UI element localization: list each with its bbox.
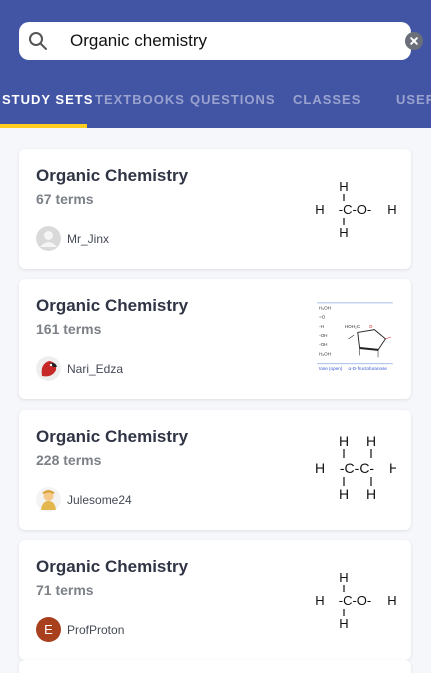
svg-text:α-D-fructofuranose: α-D-fructofuranose [349, 366, 388, 371]
parrot-avatar [36, 356, 61, 381]
fructofuranose-diagram-thumbnail: H₂OH =O -H -OH -OH H₂OH HOH₂C O tose (op… [317, 302, 393, 371]
svg-text:H₂OH: H₂OH [319, 351, 331, 356]
close-circle-icon[interactable] [405, 32, 423, 50]
search-bar[interactable]: Organic chemistry [19, 22, 423, 60]
svg-text:tose (open): tose (open) [319, 366, 343, 371]
active-tab-indicator [0, 124, 87, 128]
atom-label: H [366, 433, 376, 449]
svg-text:=O: =O [319, 315, 326, 320]
creator-username[interactable]: Julesome24 [67, 493, 132, 507]
term-count: 71 terms [36, 582, 94, 598]
tab-textbooks[interactable]: TEXTBOOKS [95, 92, 185, 107]
study-set-title[interactable]: Organic Chemistry [36, 557, 188, 577]
svg-text:-OH: -OH [319, 333, 327, 338]
svg-text:H₂OH: H₂OH [319, 305, 331, 310]
tab-bar: STUDY SETS TEXTBOOKS QUESTIONS CLASSES U… [0, 88, 431, 128]
bond-label: -C-O- [339, 202, 372, 217]
search-icon [29, 32, 47, 50]
study-set-card[interactable]: Organic Chemistry 71 terms E ProfProton … [19, 540, 411, 660]
atom-label: H [339, 616, 348, 631]
atom-label: H [315, 460, 325, 476]
methanol-structure-thumbnail: H H -C-O- H H [315, 570, 396, 631]
atom-label: H [339, 486, 349, 502]
methanol-structure-thumbnail: H H -C-O- H H [315, 179, 396, 240]
letter-avatar: E [36, 617, 61, 642]
atom-label: H [389, 460, 396, 476]
tab-questions[interactable]: QUESTIONS [190, 92, 276, 107]
atom-label: H [339, 433, 349, 449]
tab-classes[interactable]: CLASSES [293, 92, 361, 107]
svg-text:-OH: -OH [319, 342, 327, 347]
term-count: 161 terms [36, 321, 102, 337]
study-set-card[interactable]: Organic Chemistry 67 terms Mr_Jinx H H -… [19, 149, 411, 269]
tab-study-sets[interactable]: STUDY SETS [2, 92, 93, 107]
study-set-card[interactable]: Organic Chemistry 228 terms Julesome24 H… [19, 410, 411, 530]
creator-username[interactable]: Nari_Edza [67, 362, 123, 376]
atom-label: H [315, 593, 324, 608]
atom-label: H [387, 593, 396, 608]
search-input[interactable]: Organic chemistry [70, 31, 207, 51]
atom-label: H [339, 225, 348, 240]
atom-label: H [387, 202, 396, 217]
study-set-title[interactable]: Organic Chemistry [36, 427, 188, 447]
svg-text:-H: -H [319, 324, 324, 329]
svg-text:O: O [369, 324, 373, 329]
study-set-card[interactable]: Organic Chemistry 161 terms Nari_Edza H₂… [19, 279, 411, 399]
atom-label: H [339, 570, 348, 585]
study-set-title[interactable]: Organic Chemistry [36, 166, 188, 186]
svg-text:HOH₂C: HOH₂C [345, 324, 361, 329]
app-header: Organic chemistry STUDY SETS TEXTBOOKS Q… [0, 0, 431, 128]
bond-label: -C-O- [339, 593, 372, 608]
atom-label: H [339, 179, 348, 194]
atom-label: H [315, 202, 324, 217]
study-set-title[interactable]: Organic Chemistry [36, 296, 188, 316]
creator-username[interactable]: Mr_Jinx [67, 232, 109, 246]
atom-label: H [366, 486, 376, 502]
term-count: 228 terms [36, 452, 102, 468]
bond-label: -C-C- [340, 460, 375, 476]
cartoon-character-avatar [36, 487, 61, 512]
study-set-card-partial[interactable] [19, 660, 411, 673]
ethane-structure-thumbnail: H H H -C-C- H H H [315, 433, 396, 502]
term-count: 67 terms [36, 191, 94, 207]
tab-users[interactable]: USERS [396, 92, 431, 107]
creator-username[interactable]: ProfProton [67, 623, 124, 637]
default-person-avatar [36, 226, 61, 251]
